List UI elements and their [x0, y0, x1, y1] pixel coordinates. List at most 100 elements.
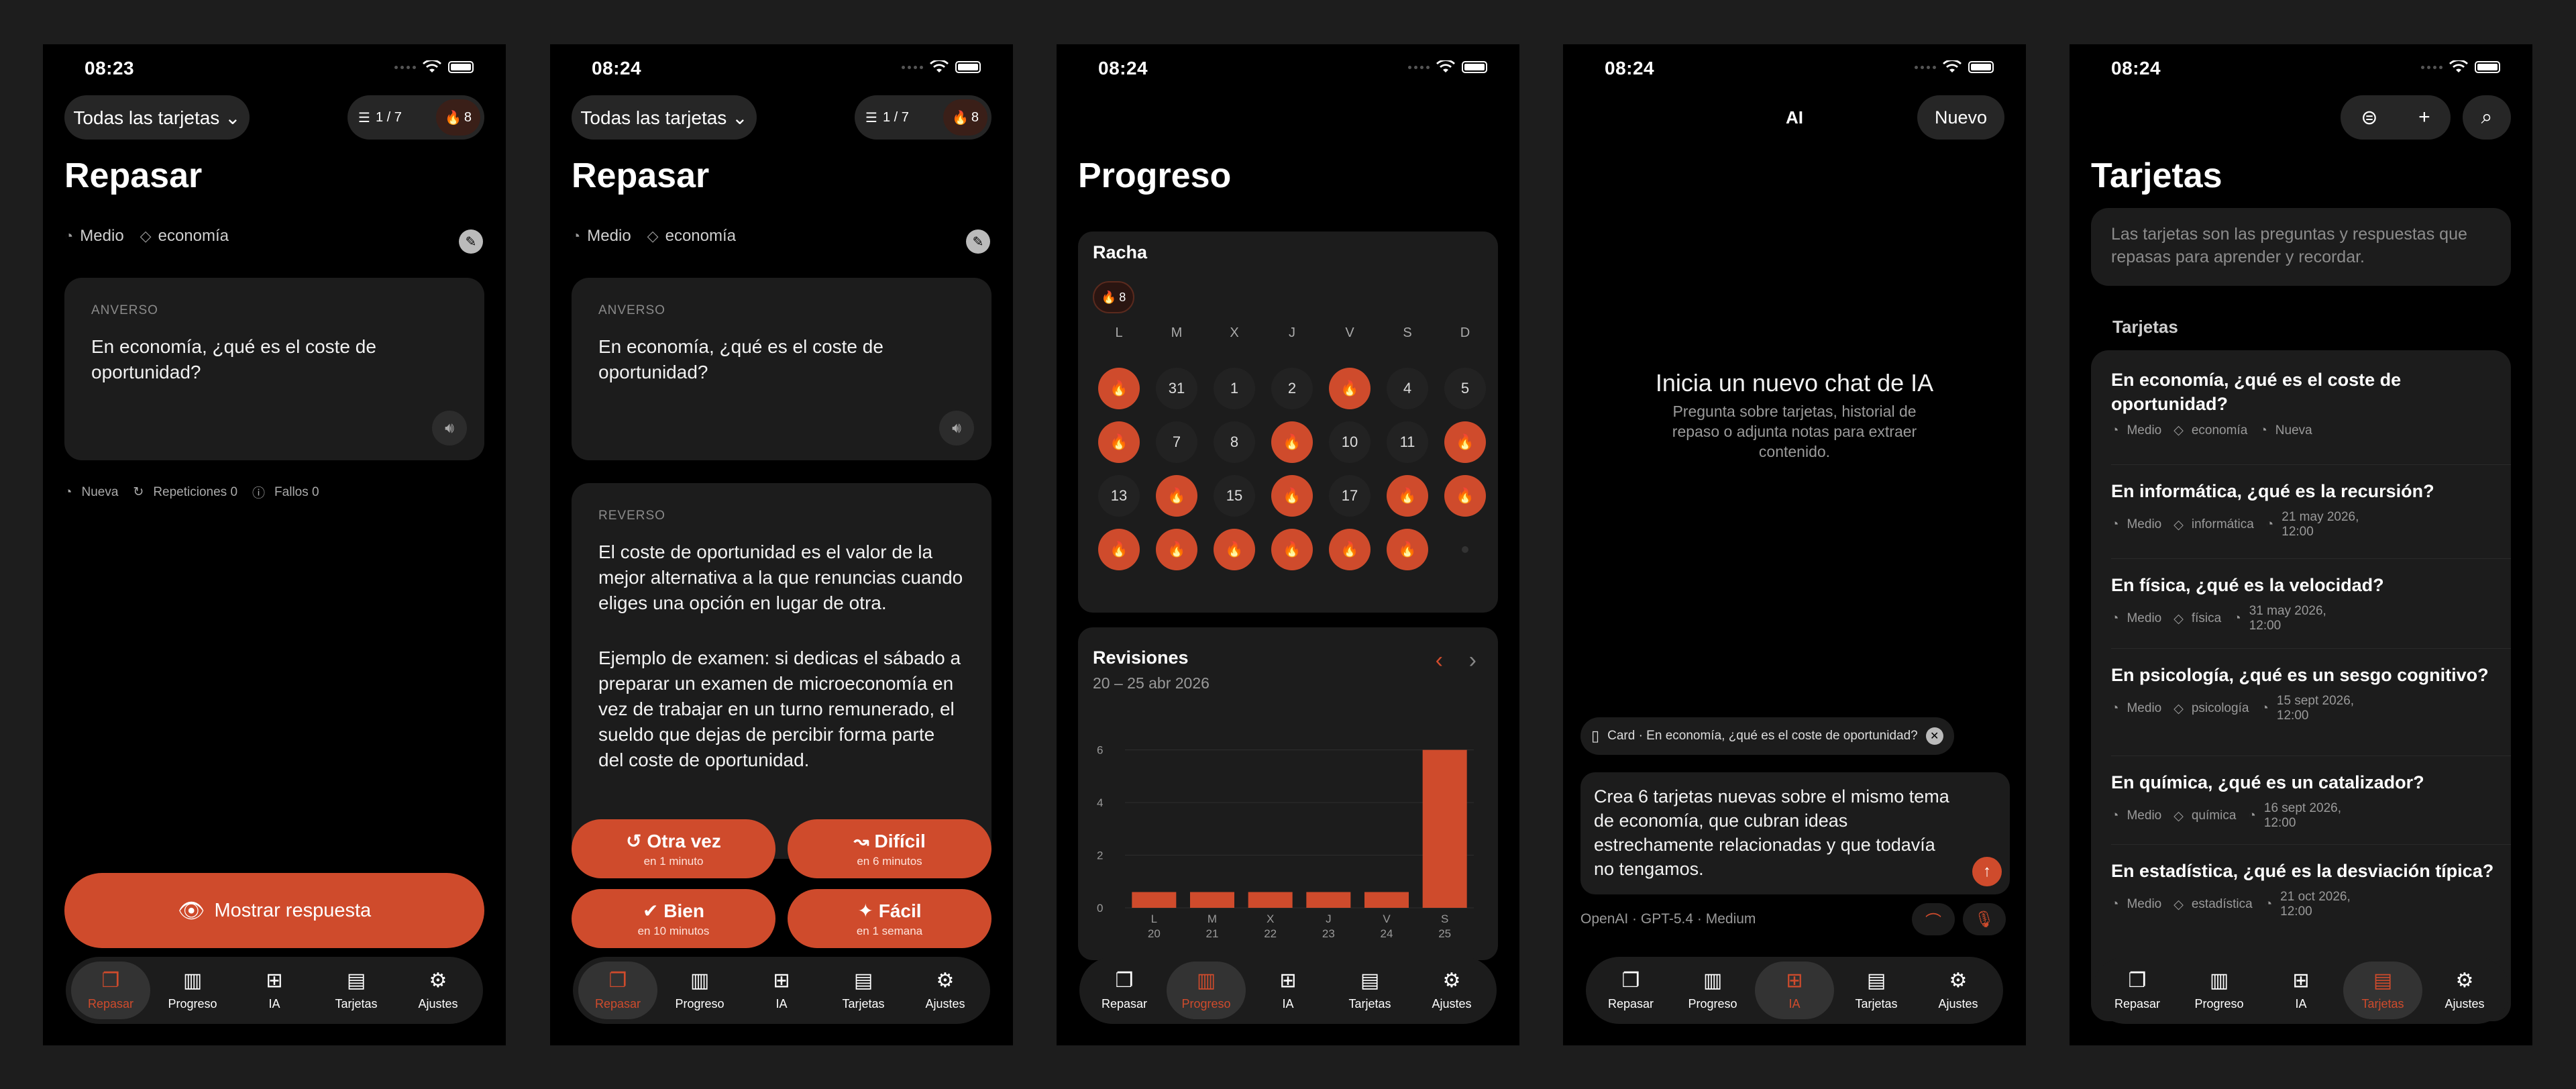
status-bar: 08:24 [550, 44, 1013, 91]
close-icon[interactable]: ✕ [1925, 727, 1943, 745]
card-list-item[interactable]: En economía, ¿qué es el coste de oportun… [2111, 368, 2495, 438]
tab-progreso[interactable]: ▥ Progreso [2180, 962, 2259, 1019]
message-input[interactable]: Crea 6 tarjetas nuevas sobre el mismo te… [1594, 784, 1956, 881]
again-button[interactable]: ↺ Otra vez en 1 minuto [572, 819, 775, 878]
deck-filter-button[interactable]: Todas las tarjetas ⌄ [64, 95, 250, 140]
streak-badge: 🔥 8 [436, 99, 480, 136]
streak-day-flame-icon: 🔥 [1271, 529, 1313, 570]
search-icon[interactable]: ⌕ [2463, 95, 2511, 140]
tab-ia[interactable]: ⊞ IA [742, 962, 821, 1019]
chart-bar[interactable] [1132, 892, 1177, 908]
progress-tab-icon: ▥ [2209, 969, 2229, 992]
tab-ajustes[interactable]: ⚙ Ajustes [1919, 962, 1998, 1019]
tab-ajustes[interactable]: ⚙ Ajustes [398, 962, 478, 1019]
tab-tarjetas[interactable]: ▤ Tarjetas [824, 962, 903, 1019]
counter-pill[interactable]: ☰ 1 / 7 🔥 8 [855, 95, 991, 140]
streak-day-flame-icon: 🔥 [1098, 368, 1140, 409]
easy-button[interactable]: ✦ Fácil en 1 semana [788, 889, 991, 948]
chart-bar[interactable] [1364, 892, 1409, 908]
tab-tarjetas[interactable]: ▤ Tarjetas [1837, 962, 1916, 1019]
ai-tab-icon: ⊞ [773, 969, 790, 992]
signal-icon [902, 65, 923, 69]
edit-icon[interactable]: ✎ [966, 229, 990, 254]
streak-day-flame-icon: 🔥 [1329, 529, 1371, 570]
card-question: En informática, ¿qué es la recursión? [2111, 481, 2434, 501]
tab-bar: ❐ Repasar ▥ Progreso ⊞ IA ▤ Tarjetas ⚙ Ajuste… [1079, 957, 1497, 1024]
chart-bar[interactable] [1306, 892, 1351, 908]
context-chip[interactable]: ▯ Card · En economía, ¿qué es el coste de… [1580, 717, 1954, 755]
tab-ia[interactable]: ⊞ IA [2261, 962, 2341, 1019]
card-list-item[interactable]: En física, ¿qué es la velocidad? ◔ Medio ◇ f… [2111, 573, 2495, 633]
streak-day-flame-icon: 🔥 [1329, 368, 1371, 409]
tab-ajustes[interactable]: ⚙ Ajustes [906, 962, 985, 1019]
difficulty-icon: ◔ [2111, 809, 2119, 823]
x-tick-label: 24 [1381, 927, 1393, 940]
tab-tarjetas[interactable]: ▤ Tarjetas [317, 962, 396, 1019]
speaker-icon[interactable]: 🔊︎ [432, 411, 467, 446]
show-answer-button[interactable]: 👁︎ Mostrar respuesta [64, 873, 484, 948]
chart-bar[interactable] [1248, 892, 1293, 908]
tab-repasar[interactable]: ❐ Repasar [71, 962, 150, 1019]
counter-pill[interactable]: ☰ 1 / 7 🔥 8 [347, 95, 484, 140]
x-tick-label: J [1326, 913, 1332, 925]
tab-tarjetas[interactable]: ▤ Tarjetas [2343, 962, 2422, 1019]
hard-button[interactable]: ↝ Difícil en 6 minutos [788, 819, 991, 878]
settings-tab-icon: ⚙ [936, 969, 955, 992]
card-question: En estadística, ¿qué es la desviación tí… [2111, 861, 2494, 881]
chart-bar[interactable] [1190, 892, 1234, 908]
deck-filter-button[interactable]: Todas las tarjetas ⌄ [572, 95, 757, 140]
tag-label: economía [158, 227, 229, 245]
new-chat-button[interactable]: Nuevo [1917, 95, 2004, 140]
good-button[interactable]: ✔ Bien en 10 minutos [572, 889, 775, 948]
wifi-icon [1436, 60, 1455, 72]
microphone-icon[interactable]: 🎙︎ [1963, 903, 2006, 935]
tab-ajustes[interactable]: ⚙ Ajustes [1412, 962, 1491, 1019]
chart-bar[interactable] [1422, 749, 1467, 908]
calendar-day: 7 [1156, 421, 1197, 463]
tab-progreso[interactable]: ▥ Progreso [153, 962, 232, 1019]
card-list-item[interactable]: En psicología, ¿qué es un sesgo cognitiv… [2111, 663, 2495, 723]
y-tick-label: 2 [1097, 849, 1103, 862]
difficulty-icon: ◔ [2111, 701, 2119, 715]
edit-icon[interactable]: ✎ [459, 229, 483, 254]
speaker-icon[interactable]: 🔊︎ [939, 411, 974, 446]
tab-ia[interactable]: ⊞ IA [1248, 962, 1328, 1019]
settings-tab-icon: ⚙ [1949, 969, 1968, 992]
card-list-item[interactable]: En química, ¿qué es un catalizador? ◔ Medi… [2111, 770, 2495, 831]
add-icon[interactable]: + [2418, 106, 2430, 129]
divider [2111, 844, 2511, 845]
page-title: Progreso [1078, 156, 1232, 195]
tab-repasar[interactable]: ❐ Repasar [1085, 962, 1164, 1019]
tab-repasar[interactable]: ❐ Repasar [2098, 962, 2177, 1019]
tab-progreso[interactable]: ▥ Progreso [1167, 962, 1246, 1019]
flame-icon: 🔥 [951, 110, 969, 125]
answer-paragraph-2: Ejemplo de examen: si dedicas el sábado … [598, 647, 961, 770]
calendar-day: 5 [1444, 368, 1486, 409]
weekday-label: D [1460, 325, 1470, 340]
tab-progreso[interactable]: ▥ Progreso [660, 962, 739, 1019]
attach-icon[interactable]: ⌒ [1912, 903, 1955, 935]
model-selector[interactable]: OpenAI · GPT-5.4 · Medium [1580, 911, 1756, 927]
tab-progreso[interactable]: ▥ Progreso [1673, 962, 1752, 1019]
list-icon: ☰ [358, 110, 370, 125]
message-composer[interactable]: Crea 6 tarjetas nuevas sobre el mismo te… [1580, 772, 2010, 894]
streak-day-flame-icon: 🔥 [1098, 421, 1140, 463]
divider [2111, 558, 2511, 559]
card-list-item[interactable]: En informática, ¿qué es la recursión? ◔ Me… [2111, 479, 2495, 539]
card-meta: ◔ Medio ◇ química ◔ 16 sept 2026, 12:00 [2111, 801, 2342, 830]
queue-count: ☰ 1 / 7 [358, 109, 402, 125]
tab-repasar[interactable]: ❐ Repasar [1591, 962, 1670, 1019]
cards-tab-icon: ▤ [346, 969, 366, 992]
card-list-item[interactable]: En estadística, ¿qué es la desviación tí… [2111, 859, 2495, 919]
tab-tarjetas[interactable]: ▤ Tarjetas [1330, 962, 1409, 1019]
tab-ajustes[interactable]: ⚙ Ajustes [2425, 962, 2504, 1019]
filter-icon[interactable]: ⊜ [2361, 106, 2377, 129]
tab-repasar[interactable]: ❐ Repasar [578, 962, 657, 1019]
tab-ia[interactable]: ⊞ IA [1755, 962, 1834, 1019]
send-arrow-icon[interactable]: ↑ [1972, 857, 2002, 886]
tab-ia[interactable]: ⊞ IA [235, 962, 314, 1019]
x-tick-label: L [1151, 913, 1157, 925]
review-tab-icon: ❐ [1621, 969, 1640, 992]
clipboard-icon: ▯ [1591, 727, 1600, 744]
weekday-label: J [1289, 325, 1295, 340]
